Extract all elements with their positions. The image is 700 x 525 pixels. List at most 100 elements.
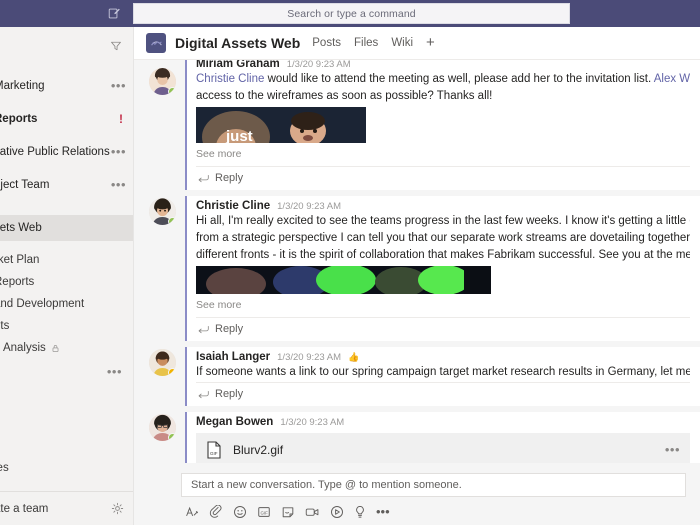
- message-timestamp: 1/3/20 9:23 AM: [277, 201, 342, 212]
- message-text: Christie Cline would like to attend the …: [196, 70, 690, 87]
- reply-arrow-icon: [198, 390, 209, 399]
- team-name: oject Team: [0, 178, 50, 191]
- message-input[interactable]: Start a new conversation. Type @ to ment…: [181, 473, 686, 497]
- see-more-link[interactable]: See more: [196, 294, 690, 315]
- message-card: Miriam Graham 1/3/20 9:23 AM Christie Cl…: [185, 60, 700, 190]
- message-meta: Miriam Graham 1/3/20 9:23 AM: [196, 60, 690, 70]
- sidebar: Marketing ••• Reports ! tiative Public R…: [0, 27, 134, 525]
- gif-file-icon: GIF: [206, 441, 222, 459]
- search-input[interactable]: Search or type a command: [133, 3, 570, 24]
- message-item: Miriam Graham 1/3/20 9:23 AM Christie Cl…: [134, 60, 700, 190]
- file-name: Blurv2.gif: [233, 443, 284, 457]
- attach-paperclip-icon[interactable]: [209, 505, 223, 519]
- gear-icon[interactable]: [111, 502, 124, 515]
- message-item: Christie Cline 1/3/20 9:23 AM Hi all, I'…: [134, 190, 700, 341]
- format-text-icon[interactable]: [185, 505, 199, 519]
- tab-files[interactable]: Files: [354, 37, 378, 49]
- team-row[interactable]: Marketing •••: [0, 69, 133, 102]
- message-image[interactable]: just: [196, 107, 366, 143]
- compose-toolbar: GIF •••: [181, 497, 686, 519]
- team-more-options-icon[interactable]: •••: [111, 79, 126, 92]
- message-card: Isaiah Langer 1/3/20 9:23 AM 👍 If someon…: [185, 347, 700, 406]
- team-more-options-icon[interactable]: •••: [111, 145, 126, 158]
- main-content: Digital Assets Web Posts Files Wiki + Mi…: [134, 27, 700, 525]
- svg-text:just: just: [225, 128, 253, 143]
- message-stream[interactable]: Miriam Graham 1/3/20 9:23 AM Christie Cl…: [134, 60, 700, 480]
- presence-indicator: [168, 87, 176, 95]
- svg-text:GIF: GIF: [210, 451, 218, 456]
- see-more-link[interactable]: See more: [196, 143, 690, 164]
- reply-button[interactable]: Reply: [196, 317, 690, 341]
- giphy-icon[interactable]: GIF: [257, 505, 271, 519]
- join-or-create-team-button[interactable]: ate a team: [0, 503, 48, 515]
- team-more-options-icon[interactable]: •••: [111, 178, 126, 191]
- stream-play-icon[interactable]: [330, 505, 344, 519]
- add-tab-button[interactable]: +: [426, 35, 435, 50]
- more-options-icon[interactable]: •••: [376, 505, 390, 518]
- sidebar-channel-item[interactable]: nts: [0, 315, 133, 337]
- reply-label: Reply: [215, 388, 244, 400]
- sidebar-channel-item[interactable]: d Analysis: [0, 337, 133, 359]
- message-meta: Megan Bowen 1/3/20 9:23 AM: [196, 416, 690, 428]
- meet-now-video-icon[interactable]: [305, 505, 320, 519]
- reply-arrow-icon: [198, 325, 209, 334]
- message-text-line1: Hi all, I'm really excited to see the te…: [196, 215, 690, 227]
- channel-more-dots: •••: [106, 364, 122, 379]
- reply-button[interactable]: Reply: [196, 382, 690, 406]
- reply-button[interactable]: Reply: [196, 166, 690, 190]
- message-text-line3: different fronts - it is the spirit of c…: [196, 249, 690, 261]
- team-row[interactable]: Reports !: [0, 102, 133, 135]
- team-name: Marketing: [0, 79, 45, 92]
- avatar[interactable]: [149, 68, 176, 95]
- team-row[interactable]: oject Team •••: [0, 168, 133, 201]
- top-bar: Search or type a command: [0, 0, 700, 27]
- page-title: Digital Assets Web: [175, 35, 301, 51]
- compose-pencil-icon[interactable]: [104, 3, 124, 23]
- channel-group-header[interactable]: sets Web: [0, 215, 133, 241]
- team-alert-badge: !: [119, 111, 123, 126]
- reaction-badge[interactable]: 👍: [348, 352, 360, 363]
- message-card: Christie Cline 1/3/20 9:23 AM Hi all, I'…: [185, 196, 700, 341]
- sidebar-channel-item[interactable]: rket Plan: [0, 249, 133, 271]
- presence-indicator: [168, 217, 176, 225]
- sidebar-channel-item[interactable]: and Development: [0, 293, 133, 315]
- message-timestamp: 1/3/20 9:23 AM: [286, 60, 351, 70]
- mention-link[interactable]: Alex Wilber: [654, 73, 690, 85]
- message-text-part: would like to attend the meeting as well…: [264, 73, 654, 85]
- avatar[interactable]: [149, 198, 176, 225]
- message-author: Isaiah Langer: [196, 351, 271, 363]
- sticker-icon[interactable]: [281, 505, 295, 519]
- team-list: Marketing ••• Reports ! tiative Public R…: [0, 69, 133, 201]
- sidebar-channel-item[interactable]: Reports: [0, 271, 133, 293]
- message-item: Isaiah Langer 1/3/20 9:23 AM 👍 If someon…: [134, 341, 700, 406]
- avatar[interactable]: [149, 349, 176, 376]
- praise-badge-icon[interactable]: [354, 505, 366, 519]
- team-name: tiative Public Relations: [0, 145, 110, 158]
- channel-label: Reports: [0, 276, 35, 288]
- message-text-line2: access to the wireframes as soon as poss…: [196, 90, 493, 102]
- channel-label: rket Plan: [0, 254, 40, 266]
- avatar[interactable]: [149, 414, 176, 441]
- tab-posts[interactable]: Posts: [312, 37, 341, 49]
- channel-list: sets Web rket Plan Reports and Developme…: [0, 215, 133, 385]
- file-attachment-card[interactable]: GIF Blurv2.gif •••: [196, 433, 690, 467]
- filter-funnel-icon[interactable]: [107, 37, 125, 55]
- extra-label: les: [0, 462, 9, 474]
- team-name: Reports: [0, 112, 38, 125]
- reply-arrow-icon: [198, 174, 209, 183]
- sidebar-extra-list: les: [0, 457, 133, 479]
- avatar-column: [149, 347, 185, 406]
- sidebar-extra-item[interactable]: les: [0, 457, 133, 479]
- message-author: Miriam Graham: [196, 60, 280, 70]
- file-more-options-icon[interactable]: •••: [665, 443, 680, 456]
- tab-wiki[interactable]: Wiki: [391, 37, 413, 49]
- channel-more-options-icon[interactable]: •••: [0, 359, 133, 385]
- lock-icon: [51, 344, 60, 353]
- svg-text:GIF: GIF: [261, 510, 269, 515]
- channel-label: and Development: [0, 298, 85, 310]
- sidebar-footer: ate a team: [0, 491, 133, 525]
- emoji-smiley-icon[interactable]: [233, 505, 247, 519]
- message-image[interactable]: [196, 266, 491, 294]
- team-row[interactable]: tiative Public Relations •••: [0, 135, 133, 168]
- mention-link[interactable]: Christie Cline: [196, 73, 264, 85]
